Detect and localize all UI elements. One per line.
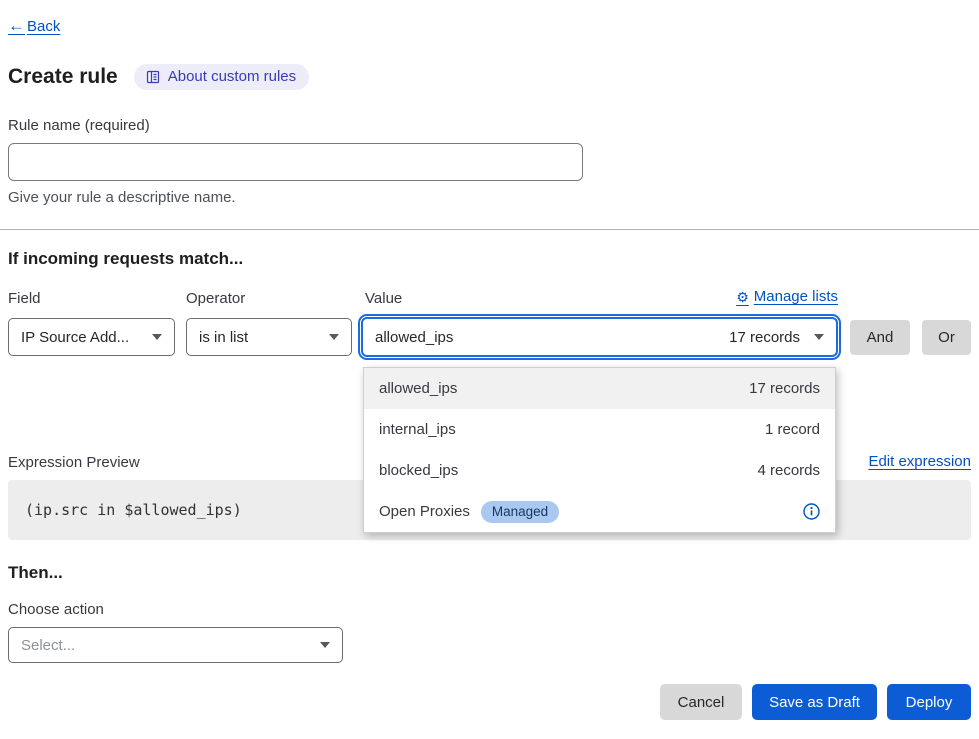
list-name: allowed_ips — [379, 380, 457, 397]
dropdown-item-allowed-ips[interactable]: allowed_ips 17 records — [364, 368, 835, 409]
then-heading: Then... — [8, 563, 63, 583]
value-select-value: allowed_ips — [375, 329, 453, 346]
operator-select[interactable]: is in list — [186, 318, 352, 356]
back-link[interactable]: ←Back — [8, 16, 60, 36]
cancel-button[interactable]: Cancel — [660, 684, 742, 720]
value-select-records: 17 records — [729, 329, 800, 346]
list-name: internal_ips — [379, 421, 456, 438]
list-name: Open Proxies — [379, 503, 470, 520]
operator-label: Operator — [186, 290, 245, 307]
book-icon — [145, 69, 161, 85]
page-title: Create rule — [8, 65, 118, 89]
edit-expression-link[interactable]: Edit expression — [868, 453, 971, 470]
or-button[interactable]: Or — [922, 320, 971, 355]
chevron-down-icon — [152, 334, 162, 340]
action-select[interactable]: Select... — [8, 627, 343, 663]
value-label: Value — [365, 290, 402, 307]
choose-action-label: Choose action — [8, 601, 104, 618]
section-divider — [0, 229, 979, 230]
expression-code: (ip.src in $allowed_ips) — [8, 501, 242, 519]
list-name: blocked_ips — [379, 462, 458, 479]
chevron-down-icon — [320, 642, 330, 648]
rule-name-label: Rule name (required) — [8, 117, 583, 134]
dropdown-item-internal-ips[interactable]: internal_ips 1 record — [364, 409, 835, 450]
about-custom-rules-label: About custom rules — [168, 68, 296, 85]
chevron-down-icon — [814, 334, 824, 340]
create-rule-page: ←Back Create rule About custom rules Rul… — [0, 0, 979, 739]
about-custom-rules-link[interactable]: About custom rules — [134, 64, 309, 90]
dropdown-item-open-proxies[interactable]: Open Proxies Managed — [364, 491, 835, 532]
field-label: Field — [8, 290, 41, 307]
value-dropdown-menu: allowed_ips 17 records internal_ips 1 re… — [363, 367, 836, 533]
list-records: 1 record — [765, 421, 820, 438]
rule-name-helper-text: Give your rule a descriptive name. — [8, 189, 583, 206]
dropdown-item-blocked-ips[interactable]: blocked_ips 4 records — [364, 450, 835, 491]
managed-badge: Managed — [481, 501, 559, 523]
back-label: Back — [27, 18, 60, 35]
list-records: 4 records — [757, 462, 820, 479]
save-as-draft-button[interactable]: Save as Draft — [752, 684, 877, 720]
value-select[interactable]: allowed_ips 17 records — [361, 317, 838, 357]
list-records: 17 records — [749, 380, 820, 397]
chevron-down-icon — [329, 334, 339, 340]
info-icon[interactable] — [803, 503, 820, 520]
operator-select-value: is in list — [199, 329, 248, 346]
title-row: Create rule About custom rules — [8, 64, 309, 90]
back-arrow-icon: ← — [8, 16, 25, 36]
manage-lists-link[interactable]: ⚙ Manage lists — [736, 288, 838, 305]
action-select-placeholder: Select... — [21, 637, 75, 654]
rule-name-input[interactable] — [8, 143, 583, 181]
field-select-value: IP Source Add... — [21, 329, 129, 346]
match-heading: If incoming requests match... — [8, 249, 243, 269]
field-select[interactable]: IP Source Add... — [8, 318, 175, 356]
gear-icon: ⚙ — [736, 290, 749, 304]
rule-name-section: Rule name (required) Give your rule a de… — [8, 117, 583, 206]
deploy-button[interactable]: Deploy — [887, 684, 971, 720]
manage-lists-label: Manage lists — [754, 288, 838, 305]
expression-preview-label: Expression Preview — [8, 454, 140, 471]
and-button[interactable]: And — [850, 320, 910, 355]
